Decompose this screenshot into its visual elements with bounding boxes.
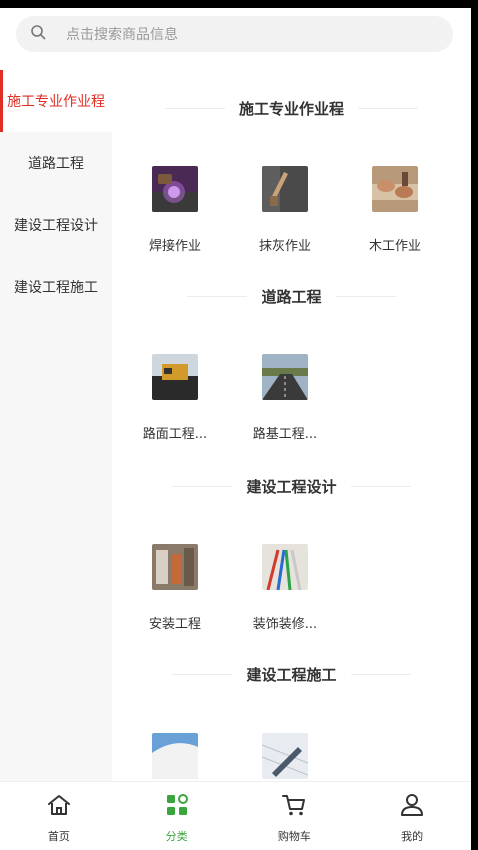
sidebar-item-label: 施工专业作业程 xyxy=(7,94,105,110)
item-label: 抹灰作业 xyxy=(258,239,311,254)
sidebar-item-label: 建设工程施工 xyxy=(14,280,98,296)
category-content: 施工专业作业程 焊接作业 抹灰作业 木工作业 道路工程 路面工程... 路基工程… xyxy=(112,70,471,790)
search-icon xyxy=(30,24,46,44)
grid-item-welding[interactable]: 焊接作业 xyxy=(120,166,230,254)
sidebar-item-road-engineering[interactable]: 道路工程 xyxy=(0,132,112,194)
section-title: 建设工程施工 xyxy=(112,662,471,686)
tab-profile[interactable]: 我的 xyxy=(353,782,471,850)
app-screen: 点击搜索商品信息 施工专业作业程 道路工程 建设工程设计 建设工程施工 施工专业… xyxy=(0,8,471,850)
tab-home[interactable]: 首页 xyxy=(0,782,118,850)
product-thumbnail xyxy=(152,354,198,400)
product-thumbnail xyxy=(372,166,418,212)
divider xyxy=(350,673,411,675)
divider xyxy=(358,107,418,109)
search-input[interactable]: 点击搜索商品信息 xyxy=(16,16,453,52)
grid-item-installation[interactable]: 安装工程 xyxy=(120,544,230,632)
section-title-text: 道路工程 xyxy=(261,287,322,306)
item-label: 安装工程 xyxy=(148,617,201,632)
tab-label: 分类 xyxy=(165,830,188,843)
item-label: 焊接作业 xyxy=(148,239,201,254)
product-thumbnail xyxy=(262,544,308,590)
item-label: 路基工程... xyxy=(252,427,318,442)
section-title: 道路工程 xyxy=(112,284,471,308)
divider xyxy=(350,485,411,487)
grid-item-pavement[interactable]: 路面工程... xyxy=(120,354,230,442)
section-title: 建设工程设计 xyxy=(112,474,471,498)
sidebar-item-construction-specialty[interactable]: 施工专业作业程 xyxy=(0,70,112,132)
tab-label: 首页 xyxy=(47,830,70,843)
sidebar-item-construction-build[interactable]: 建设工程施工 xyxy=(0,256,112,318)
grid-item-roadbed[interactable]: 路基工程... xyxy=(230,354,340,442)
home-icon xyxy=(46,792,72,822)
product-thumbnail xyxy=(152,544,198,590)
sidebar-item-label: 建设工程设计 xyxy=(14,218,98,234)
item-label: 装饰装修... xyxy=(252,617,318,632)
grid-item-plastering[interactable]: 抹灰作业 xyxy=(230,166,340,254)
tab-label: 我的 xyxy=(401,830,424,843)
product-thumbnail xyxy=(262,166,308,212)
grid-item-decoration[interactable]: 装饰装修... xyxy=(230,544,340,632)
bottom-tab-bar: 首页 分类 购物车 我的 xyxy=(0,781,471,850)
divider xyxy=(172,485,233,487)
search-placeholder: 点击搜索商品信息 xyxy=(66,27,178,43)
section-title-text: 建设工程施工 xyxy=(246,665,337,684)
divider xyxy=(187,295,248,297)
product-thumbnail xyxy=(262,354,308,400)
product-thumbnail xyxy=(152,166,198,212)
tab-label: 购物车 xyxy=(277,830,311,843)
category-sidebar: 施工专业作业程 道路工程 建设工程设计 建设工程施工 xyxy=(0,70,112,790)
profile-icon xyxy=(399,792,425,822)
divider xyxy=(164,107,225,109)
sidebar-item-construction-design[interactable]: 建设工程设计 xyxy=(0,194,112,256)
section-title: 施工专业作业程 xyxy=(112,96,471,120)
product-thumbnail xyxy=(152,733,198,779)
divider xyxy=(335,295,396,297)
item-label: 路面工程... xyxy=(142,427,208,442)
cart-icon xyxy=(281,792,307,822)
tab-cart[interactable]: 购物车 xyxy=(236,782,354,850)
grid-item-carpentry[interactable]: 木工作业 xyxy=(340,166,450,254)
category-icon xyxy=(164,792,190,822)
section-title-text: 建设工程设计 xyxy=(246,477,337,496)
sidebar-item-label: 道路工程 xyxy=(28,156,84,172)
section-title-text: 施工专业作业程 xyxy=(238,99,344,118)
divider xyxy=(172,673,233,675)
item-label: 木工作业 xyxy=(368,239,421,254)
search-bar-area: 点击搜索商品信息 xyxy=(0,8,471,66)
tab-category[interactable]: 分类 xyxy=(118,782,236,850)
product-thumbnail xyxy=(262,733,308,779)
